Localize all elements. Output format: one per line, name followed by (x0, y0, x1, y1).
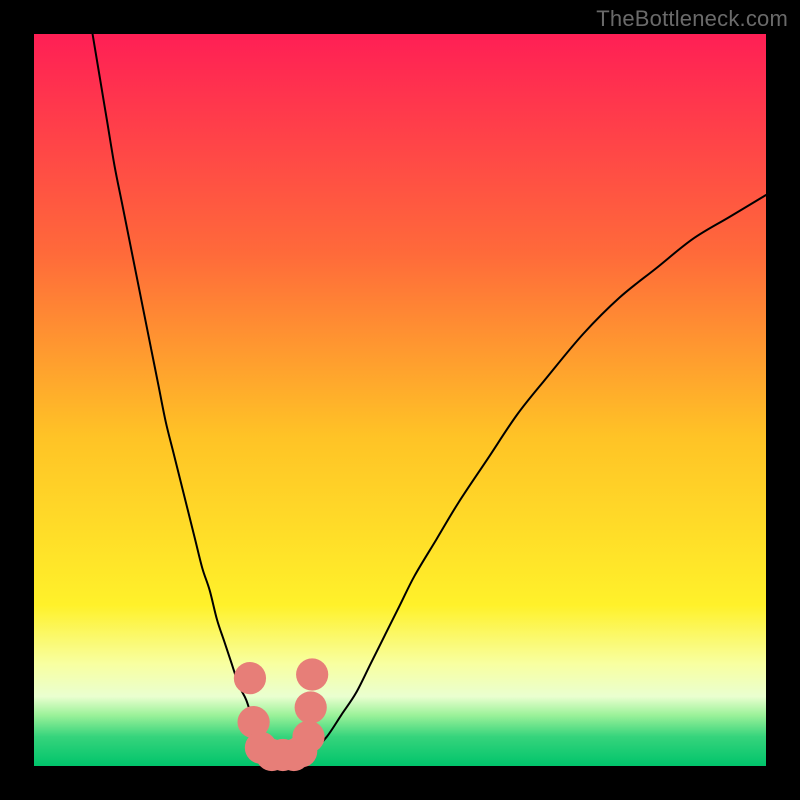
bottleneck-curve (93, 34, 766, 759)
chart-frame: TheBottleneck.com (0, 0, 800, 800)
bottleneck-marker (292, 721, 324, 753)
watermark-label: TheBottleneck.com (596, 6, 788, 32)
chart-svg (34, 34, 766, 766)
chart-plot-area (34, 34, 766, 766)
bottleneck-marker (234, 662, 266, 694)
bottleneck-marker (295, 691, 327, 723)
bottleneck-marker (296, 658, 328, 690)
